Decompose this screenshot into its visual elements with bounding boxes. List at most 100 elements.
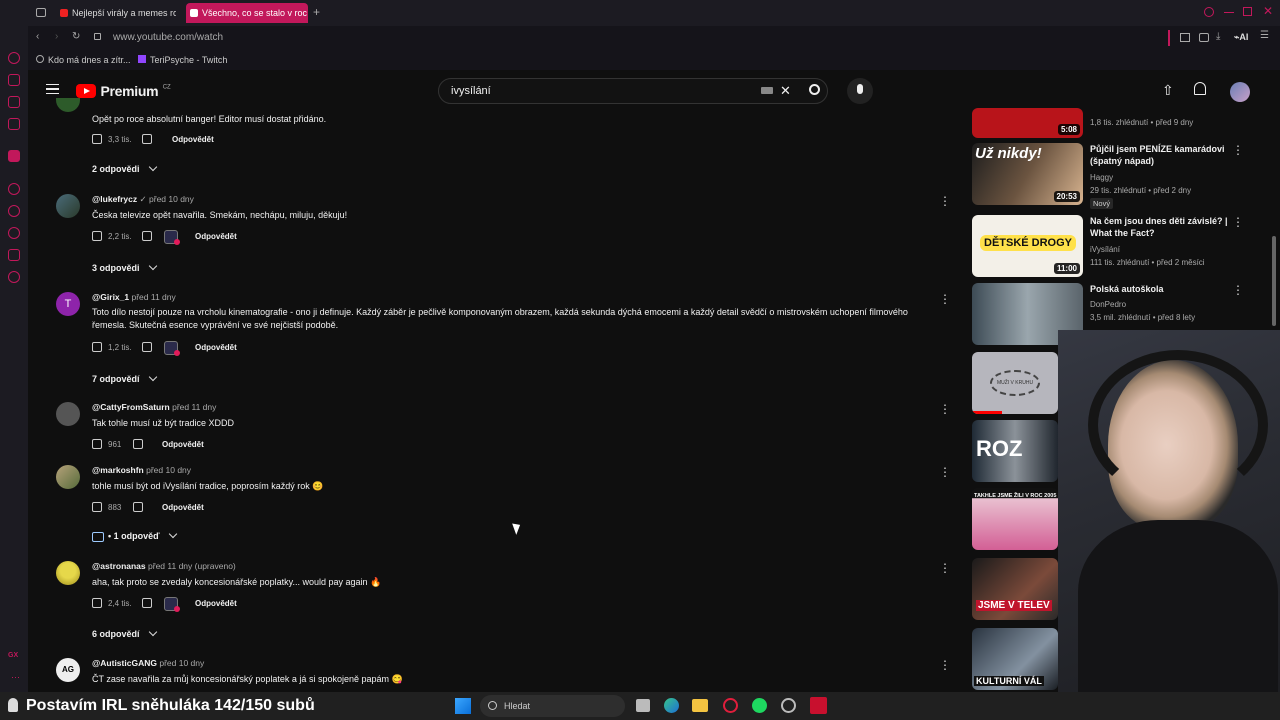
comment-author[interactable]: @lukefrycz ✓ před 10 dny (92, 194, 194, 205)
video-thumbnail[interactable]: KULTURNÍ VÁL (972, 628, 1058, 690)
menu-icon[interactable]: ☰ (1260, 30, 1269, 41)
avatar[interactable] (56, 561, 80, 585)
messenger-icon[interactable] (8, 96, 20, 108)
close-window-button[interactable]: ✕ (1263, 4, 1273, 18)
history-icon[interactable] (8, 227, 20, 239)
tab-workspaces-icon[interactable] (36, 8, 46, 17)
video-title[interactable]: Polská autoškola (1090, 283, 1230, 295)
like-icon[interactable] (92, 502, 102, 512)
reload-icon[interactable]: ↻ (72, 31, 80, 42)
more-actions-icon[interactable]: ⋮ (1232, 143, 1244, 157)
dislike-icon[interactable] (142, 598, 152, 608)
new-tab-button[interactable]: + (313, 5, 320, 19)
video-thumbnail[interactable]: JSME V TELEV (972, 558, 1058, 620)
comment-author[interactable]: @markoshfn před 10 dny (92, 465, 191, 475)
more-actions-icon[interactable]: ⋮ (939, 402, 951, 416)
minimize-button[interactable] (1224, 12, 1234, 13)
more-actions-icon[interactable]: ⋮ (1232, 215, 1244, 229)
reply-button[interactable]: Odpovědět (195, 343, 237, 352)
avatar[interactable] (56, 194, 80, 218)
dislike-icon[interactable] (133, 439, 143, 449)
download-icon[interactable]: ⤓ (1216, 31, 1220, 42)
video-card[interactable]: DĚTSKÉ DROGY 11:00 Na čem jsou dnes děti… (972, 215, 1262, 277)
view-replies-button[interactable]: • 1 odpověď (92, 529, 177, 542)
instagram-icon[interactable] (8, 118, 20, 130)
spotify-icon[interactable] (752, 698, 767, 713)
like-icon[interactable] (92, 342, 102, 352)
url-field[interactable]: www.youtube.com/watch (113, 32, 223, 43)
video-card[interactable]: Už nikdy! 20:53 Půjčil jsem PENÍZE kamar… (972, 143, 1262, 211)
share-icon[interactable] (1199, 33, 1209, 42)
app-icon[interactable] (781, 698, 796, 713)
extensions-icon[interactable] (1180, 33, 1190, 42)
avatar[interactable] (56, 402, 80, 426)
crypto-wallet-icon[interactable] (8, 74, 20, 86)
task-view-icon[interactable] (636, 699, 650, 712)
like-icon[interactable] (92, 439, 102, 449)
aria-icon[interactable] (8, 52, 20, 64)
streaming-app-icon[interactable] (810, 697, 827, 714)
more-actions-icon[interactable]: ⋮ (1232, 283, 1244, 297)
video-title[interactable]: Půjčil jsem PENÍZE kamarádovi (špatný ná… (1090, 143, 1230, 167)
video-card[interactable]: 5:08 1,8 tis. zhlédnutí • před 9 dny (972, 96, 1262, 138)
sidebar-scrollbar[interactable] (1272, 236, 1276, 326)
more-actions-icon[interactable]: ⋮ (939, 465, 951, 479)
comment-author[interactable]: @AutisticGANG před 10 dny (92, 658, 204, 668)
opera-gx-icon[interactable] (723, 698, 738, 713)
back-icon[interactable]: ‹ (36, 31, 39, 42)
ai-button[interactable]: ⌁AI (1234, 32, 1248, 43)
search-tabs-icon[interactable] (1204, 7, 1214, 17)
avatar[interactable] (56, 98, 80, 112)
like-icon[interactable] (92, 231, 102, 241)
file-explorer-icon[interactable] (692, 699, 708, 712)
dislike-icon[interactable] (142, 231, 152, 241)
avatar[interactable]: AG (56, 658, 80, 682)
video-channel[interactable]: iVysílání (1090, 243, 1120, 256)
like-icon[interactable] (92, 598, 102, 608)
like-icon[interactable] (92, 134, 102, 144)
dislike-icon[interactable] (142, 342, 152, 352)
reply-button[interactable]: Odpovědět (195, 232, 237, 241)
more-icon[interactable]: ⋯ (11, 672, 20, 683)
settings-icon[interactable] (8, 271, 20, 283)
hamburger-menu-icon[interactable] (46, 84, 59, 94)
taskbar-search-input[interactable]: Hledat (480, 695, 625, 717)
maximize-button[interactable] (1243, 7, 1252, 16)
dislike-icon[interactable] (142, 134, 152, 144)
video-thumbnail[interactable]: ROZ (972, 420, 1058, 482)
view-replies-button[interactable]: 3 odpovědi (92, 261, 157, 273)
bookmark-item[interactable]: TeriPsyche - Twitch (138, 55, 227, 65)
view-replies-button[interactable]: 2 odpovědi (92, 162, 157, 174)
edge-icon[interactable] (664, 698, 679, 713)
dislike-icon[interactable] (133, 502, 143, 512)
twitch-rail-icon[interactable] (8, 150, 20, 162)
video-title[interactable]: Na čem jsou dnes děti závislé? | What th… (1090, 215, 1230, 239)
view-replies-button[interactable]: 7 odpovědí (92, 372, 157, 384)
player-icon[interactable] (8, 183, 20, 195)
video-thumbnail[interactable]: 5:08 (972, 108, 1083, 138)
notifications-bell-icon[interactable] (1194, 82, 1206, 95)
tab-virals[interactable]: Nejlepší virály a memes ro (56, 3, 176, 23)
reply-button[interactable]: Odpovědět (195, 599, 237, 608)
avatar[interactable]: T (56, 292, 80, 316)
video-thumbnail[interactable]: Už nikdy! 20:53 (972, 143, 1083, 205)
forward-icon[interactable]: › (55, 31, 58, 42)
more-actions-icon[interactable]: ⋮ (939, 658, 951, 672)
reply-button[interactable]: Odpovědět (172, 135, 214, 144)
gx-icon[interactable]: GX (8, 652, 18, 659)
video-thumbnail[interactable]: DĚTSKÉ DROGY 11:00 (972, 215, 1083, 277)
tab-active[interactable]: Všechno, co se stalo v roc (186, 3, 308, 23)
video-thumbnail[interactable]: MUŽI V KRUHU (972, 352, 1058, 414)
youtube-logo[interactable]: Premium CZ (76, 82, 171, 100)
comment-author[interactable]: @CattyFromSaturn před 11 dny (92, 402, 216, 412)
bookmark-item[interactable]: Kdo má dnes a zítr... (36, 55, 131, 65)
more-actions-icon[interactable]: ⋮ (939, 292, 951, 306)
start-button[interactable] (455, 698, 471, 714)
more-actions-icon[interactable]: ⋮ (939, 194, 951, 208)
reply-button[interactable]: Odpovědět (162, 440, 204, 449)
comment-author[interactable]: @astronanas před 11 dny (upraveno) (92, 561, 236, 571)
keyboard-icon[interactable] (761, 87, 773, 94)
video-channel[interactable]: DonPedro (1090, 298, 1126, 311)
view-replies-button[interactable]: 6 odpovědí (92, 627, 157, 639)
reply-button[interactable]: Odpovědět (162, 503, 204, 512)
